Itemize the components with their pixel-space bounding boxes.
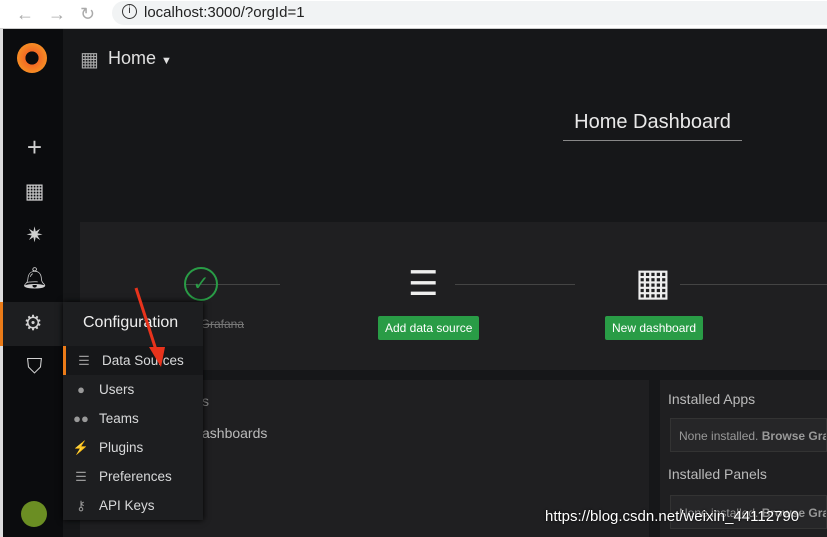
installed-apps-box: None installed. Browse Graf <box>670 418 827 452</box>
database-icon: ☰ <box>78 352 90 368</box>
users-icon: ●● <box>73 411 89 426</box>
compass-icon[interactable]: ✷ <box>3 223 66 248</box>
reload-icon[interactable]: ↻ <box>80 4 95 25</box>
shield-icon[interactable]: ⛉ <box>3 355 66 379</box>
sliders-icon: ☰ <box>75 468 87 484</box>
plus-icon[interactable]: + <box>3 132 66 163</box>
gear-icon[interactable]: ⚙ <box>0 302 63 346</box>
grafana-logo[interactable] <box>17 43 47 73</box>
dashboard-name: Home <box>108 48 157 68</box>
installed-panels-title: Installed Panels <box>668 466 767 482</box>
dashboard-grid-icon: ▦ <box>635 262 671 304</box>
avatar[interactable] <box>21 501 47 527</box>
bell-icon[interactable]: 🔔︎ <box>3 267 66 291</box>
annotation-arrow <box>134 287 165 367</box>
add-data-source-button[interactable]: Add data source <box>378 316 480 340</box>
menu-item-users[interactable]: ● Users <box>63 375 203 404</box>
menu-item-label: Teams <box>99 411 139 426</box>
plug-icon: ⚡ <box>72 439 90 455</box>
panel-title: s <box>202 393 209 409</box>
page-title: Home Dashboard <box>563 111 742 141</box>
info-icon: i <box>122 4 137 19</box>
menu-item-label: Preferences <box>99 469 172 484</box>
dashboards-icon: ▦ <box>80 49 99 71</box>
sidebar: + ▦ ✷ 🔔︎ ⚙ ⛉ <box>0 29 63 537</box>
key-icon: ⚷ <box>76 497 86 513</box>
new-dashboard-button[interactable]: New dashboard <box>605 316 704 340</box>
check-icon: ✓ <box>184 267 218 301</box>
menu-item-label: API Keys <box>99 498 155 513</box>
dashboards-icon[interactable]: ▦ <box>3 179 66 204</box>
address-bar[interactable]: i localhost:3000/?orgId=1 <box>112 1 827 25</box>
installed-apps-title: Installed Apps <box>668 391 756 407</box>
watermark: https://blog.csdn.net/weixin_44112790 <box>545 508 800 525</box>
menu-item-plugins[interactable]: ⚡ Plugins <box>63 433 203 462</box>
caret-down-icon: ▼ <box>161 55 172 67</box>
back-icon[interactable]: ← <box>16 4 34 25</box>
url-text: localhost:3000/?orgId=1 <box>144 4 305 21</box>
menu-item-teams[interactable]: ●● Teams <box>63 404 203 433</box>
dashboard-picker[interactable]: Home ▼ <box>108 48 172 69</box>
list-item[interactable]: ashboards <box>202 425 267 441</box>
menu-item-label: Users <box>99 382 135 397</box>
browse-link[interactable]: Browse Graf <box>762 429 826 443</box>
empty-text: None installed. <box>679 429 759 443</box>
user-icon: ● <box>77 382 85 397</box>
database-icon: ☰ <box>408 265 439 303</box>
menu-item-api-keys[interactable]: ⚷ API Keys <box>63 491 203 520</box>
browser-toolbar: ← → ↻ i localhost:3000/?orgId=1 <box>0 0 827 29</box>
menu-item-label: Plugins <box>99 440 144 455</box>
forward-icon[interactable]: → <box>48 4 66 25</box>
menu-item-preferences[interactable]: ☰ Preferences <box>63 462 203 491</box>
